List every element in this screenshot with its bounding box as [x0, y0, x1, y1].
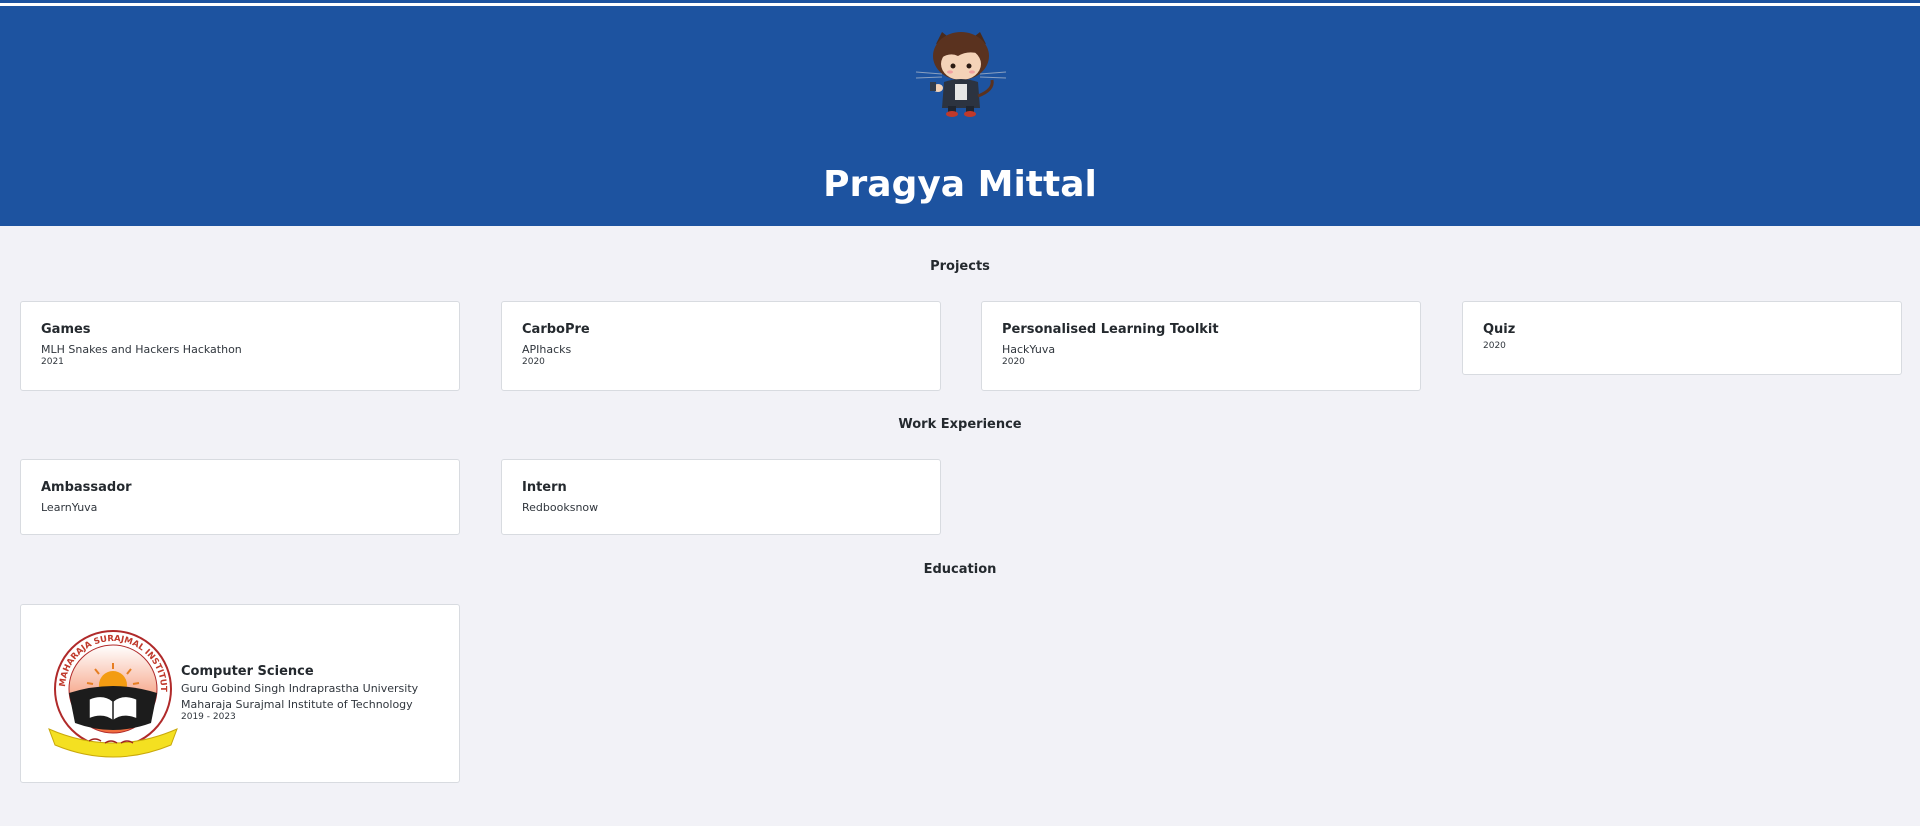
project-card[interactable]: Personalised Learning Toolkit HackYuva 2…: [981, 301, 1421, 391]
project-title: Personalised Learning Toolkit: [1002, 322, 1219, 337]
project-year: 2021: [41, 357, 64, 367]
project-event: HackYuva: [1002, 343, 1056, 356]
profile-header: Pragya Mittal: [0, 0, 1920, 226]
project-year: 2020: [1483, 341, 1506, 351]
work-card[interactable]: Intern Redbooksnow: [501, 459, 941, 535]
education-institute: Maharaja Surajmal Institute of Technolog…: [181, 698, 413, 711]
projects-heading: Projects: [930, 259, 990, 274]
work-title: Ambassador: [41, 480, 132, 495]
work-title: Intern: [522, 480, 567, 495]
project-year: 2020: [1002, 357, 1025, 367]
project-card[interactable]: Quiz 2020: [1462, 301, 1902, 375]
project-title: Quiz: [1483, 322, 1516, 337]
profile-name: Pragya Mittal: [823, 164, 1097, 205]
education-card[interactable]: MAHARAJA SURAJMAL INSTITUTE OF TECHNOLOG…: [20, 604, 460, 783]
project-card[interactable]: CarboPre APIhacks 2020: [501, 301, 941, 391]
project-event: MLH Snakes and Hackers Hackathon: [41, 343, 242, 356]
project-title: CarboPre: [522, 322, 590, 337]
work-experience-heading: Work Experience: [898, 417, 1022, 432]
project-card[interactable]: Games MLH Snakes and Hackers Hackathon 2…: [20, 301, 460, 391]
octocat-avatar-icon: [915, 32, 1007, 117]
project-event: APIhacks: [522, 343, 572, 356]
work-company: LearnYuva: [41, 501, 98, 514]
education-years: 2019 - 2023: [181, 712, 236, 722]
project-year: 2020: [522, 357, 545, 367]
work-card[interactable]: Ambassador LearnYuva: [20, 459, 460, 535]
education-heading: Education: [923, 562, 997, 577]
header-top-line: [0, 3, 1920, 6]
msit-logo-icon: MAHARAJA SURAJMAL INSTITUTE OF TECHNOLOG…: [43, 623, 178, 758]
education-degree: Computer Science: [181, 664, 314, 679]
project-title: Games: [41, 322, 91, 337]
work-company: Redbooksnow: [522, 501, 599, 514]
education-university: Guru Gobind Singh Indraprastha Universit…: [181, 682, 419, 695]
